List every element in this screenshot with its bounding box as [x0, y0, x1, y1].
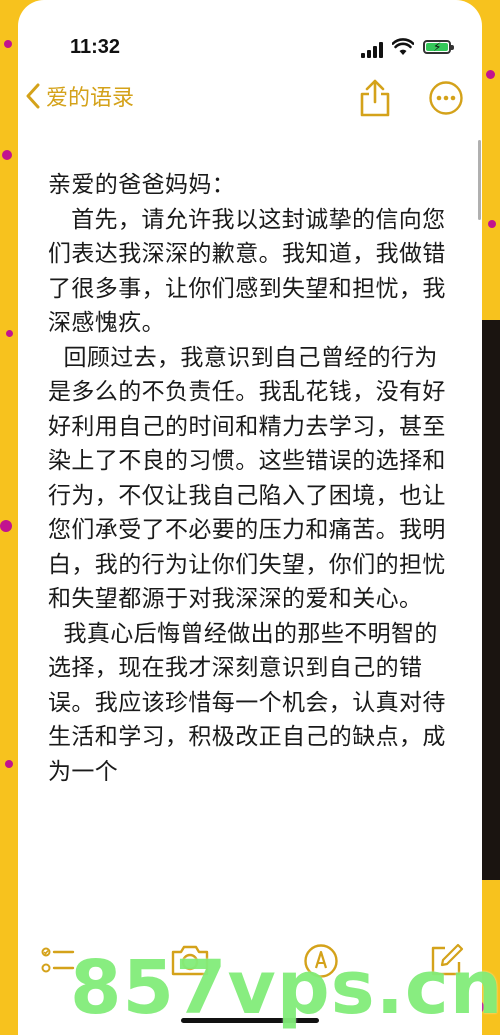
battery-icon: ⚡ — [423, 40, 454, 54]
wifi-icon — [392, 38, 414, 55]
background-dot — [0, 520, 12, 532]
bottom-toolbar — [18, 935, 482, 995]
back-button[interactable]: 爱的语录 — [26, 80, 134, 112]
note-paragraph: 亲爱的爸爸妈妈： — [48, 172, 236, 198]
background-dot — [486, 70, 495, 79]
note-body[interactable]: 亲爱的爸爸妈妈： 首先，请允许我以这封诚挚的信向您们表达我深深的歉意。我知道，我… — [48, 168, 448, 789]
background-dot — [4, 40, 12, 48]
status-bar: 11:32 ⚡ — [18, 0, 482, 60]
camera-icon[interactable] — [170, 943, 210, 977]
background-dot — [488, 220, 496, 228]
navigation-bar: 爱的语录 — [18, 70, 482, 130]
home-indicator[interactable] — [181, 1018, 319, 1023]
scrollbar[interactable] — [478, 140, 481, 220]
phone-screen: 11:32 ⚡ 爱的语录 亲爱的爸爸妈妈： 首先，请允许我以这封诚挚的信向您们表… — [18, 0, 482, 1035]
compose-icon[interactable] — [428, 943, 464, 979]
background-dot — [6, 330, 13, 337]
cellular-signal-icon — [361, 42, 383, 58]
share-icon[interactable] — [358, 78, 392, 118]
checklist-icon[interactable] — [40, 943, 76, 979]
back-button-label: 爱的语录 — [46, 86, 135, 111]
background-dot — [5, 760, 13, 768]
background-dot — [2, 150, 12, 160]
note-paragraph: 我真心后悔曾经做出的那些不明智的选择，现在我才深刻意识到自己的错误。我应该珍惜每… — [48, 620, 446, 785]
markup-pen-icon[interactable] — [303, 943, 339, 979]
more-options-icon[interactable] — [428, 80, 464, 116]
note-paragraph: 回顾过去，我意识到自己曾经的行为是多么的不负责任。我乱花钱，没有好好利用自己的时… — [48, 344, 446, 613]
note-paragraph: 首先，请允许我以这封诚挚的信向您们表达我深深的歉意。我知道，我做错了很多事，让你… — [48, 206, 446, 337]
chevron-left-icon — [26, 83, 40, 109]
background-photo-edge — [482, 320, 500, 880]
status-time: 11:32 — [70, 36, 121, 58]
